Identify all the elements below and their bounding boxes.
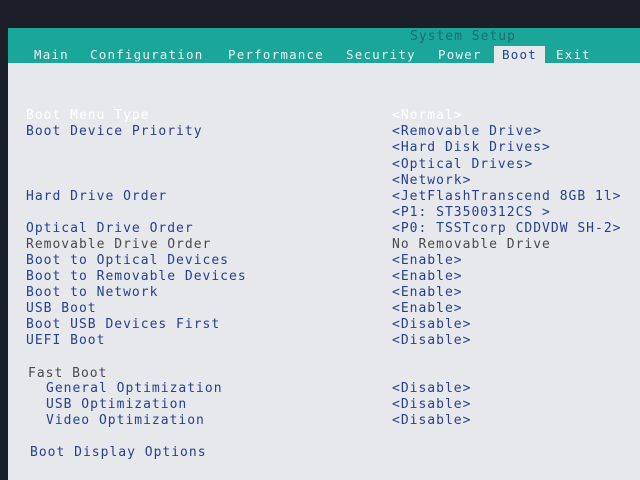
setting-label-usb-boot[interactable]: USB Boot — [26, 301, 97, 316]
setting-value-boot-usb-first[interactable]: <Disable> — [392, 317, 471, 332]
setting-label-boot-to-optical[interactable]: Boot to Optical Devices — [26, 253, 229, 268]
setting-value-boot-menu-type[interactable]: <Normal> — [392, 108, 463, 123]
tab-performance[interactable]: Performance — [228, 46, 324, 63]
setting-label-video-optimization[interactable]: Video Optimization — [46, 413, 205, 428]
setting-label-boot-to-network[interactable]: Boot to Network — [26, 285, 158, 300]
setting-label-boot-usb-first[interactable]: Boot USB Devices First — [26, 317, 220, 332]
boot-settings-panel: Boot Menu Type <Normal> Boot Device Prio… — [8, 63, 640, 480]
setting-value-general-optimization[interactable]: <Disable> — [392, 381, 471, 396]
tab-boot[interactable]: Boot — [494, 46, 545, 63]
setting-label-uefi-boot[interactable]: UEFI Boot — [26, 333, 105, 348]
boot-priority-item[interactable]: <Hard Disk Drives> — [392, 140, 551, 155]
setting-value-boot-to-network[interactable]: <Enable> — [392, 285, 463, 300]
setting-value-usb-boot[interactable]: <Enable> — [392, 301, 463, 316]
setting-value-optical-drive-order[interactable]: <P0: TSSTcorp CDDVDW SH-2> — [392, 221, 622, 236]
hard-drive-item[interactable]: <P1: ST3500312CS > — [392, 205, 551, 220]
setting-value-usb-optimization[interactable]: <Disable> — [392, 397, 471, 412]
setting-label-boot-device-priority[interactable]: Boot Device Priority — [26, 124, 203, 139]
tab-security[interactable]: Security — [346, 46, 416, 63]
tab-exit[interactable]: Exit — [556, 46, 591, 63]
setting-label-usb-optimization[interactable]: USB Optimization — [46, 397, 187, 412]
tab-power[interactable]: Power — [438, 46, 482, 63]
hard-drive-item[interactable]: <JetFlashTranscend 8GB 1l> — [392, 189, 622, 204]
boot-priority-item[interactable]: <Removable Drive> — [392, 124, 542, 139]
setting-label-boot-menu-type[interactable]: Boot Menu Type — [26, 108, 150, 123]
setting-value-boot-to-optical[interactable]: <Enable> — [392, 253, 463, 268]
setting-label-optical-drive-order[interactable]: Optical Drive Order — [26, 221, 194, 236]
tab-bar: Main Configuration Performance Security … — [8, 46, 640, 63]
setting-label-boot-to-removable[interactable]: Boot to Removable Devices — [26, 269, 247, 284]
tab-main[interactable]: Main — [34, 46, 69, 63]
setting-value-removable-drive-order: No Removable Drive — [392, 237, 551, 252]
boot-priority-item[interactable]: <Network> — [392, 173, 471, 188]
bios-screen: System Setup Main Configuration Performa… — [8, 28, 640, 480]
setting-value-uefi-boot[interactable]: <Disable> — [392, 333, 471, 348]
window-title: System Setup — [410, 29, 516, 44]
boot-display-options-link[interactable]: Boot Display Options — [30, 445, 207, 460]
setting-label-hard-drive-order[interactable]: Hard Drive Order — [26, 189, 167, 204]
setting-label-removable-drive-order: Removable Drive Order — [26, 237, 212, 252]
setting-value-video-optimization[interactable]: <Disable> — [392, 413, 471, 428]
setting-label-general-optimization[interactable]: General Optimization — [46, 381, 223, 396]
setting-value-boot-to-removable[interactable]: <Enable> — [392, 269, 463, 284]
fast-boot-heading: Fast Boot — [28, 366, 108, 381]
tab-configuration[interactable]: Configuration — [90, 46, 203, 63]
title-bar: System Setup — [8, 28, 640, 46]
boot-priority-item[interactable]: <Optical Drives> — [392, 157, 533, 172]
